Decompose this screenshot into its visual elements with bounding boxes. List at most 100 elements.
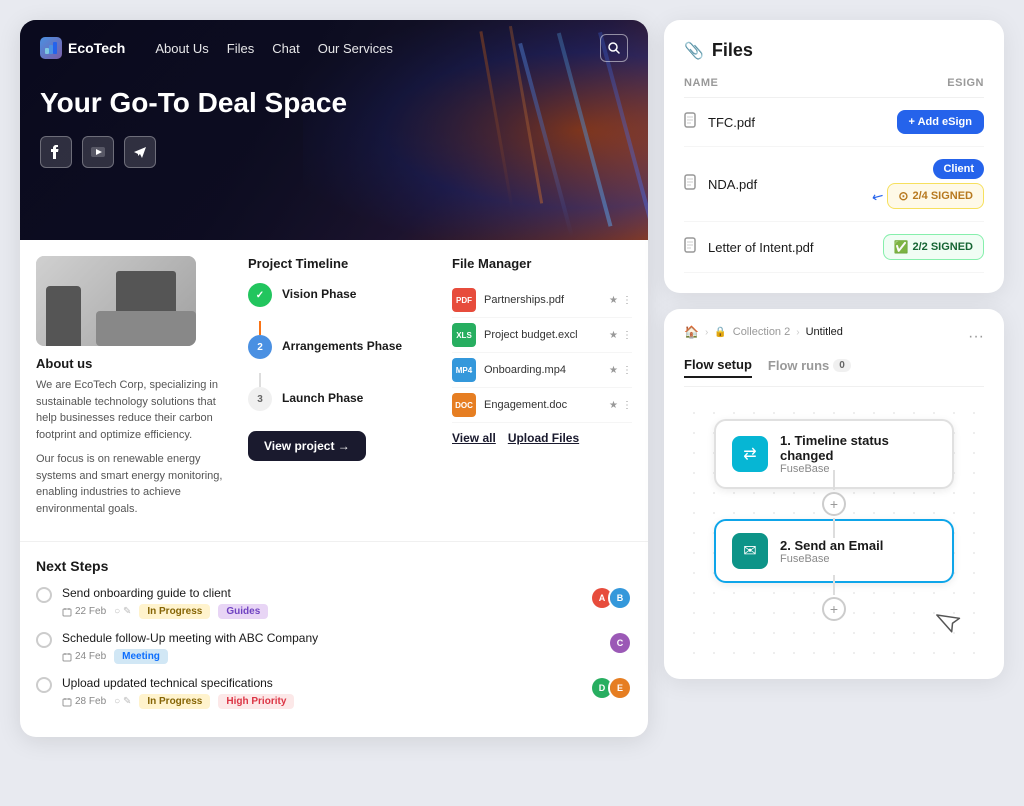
file-row-name-2: NDA.pdf	[708, 177, 757, 192]
project-timeline: Project Timeline ✓ Vision Phase 2 Arrang…	[236, 256, 452, 525]
task-tag-in-progress-3: In Progress	[139, 694, 210, 709]
timeline-connector-1	[259, 321, 261, 335]
breadcrumb-collection[interactable]: Collection 2	[733, 326, 790, 338]
task-checkbox-2[interactable]	[36, 632, 52, 648]
connector-line-2	[833, 575, 835, 595]
flow-node-sub-2: FuseBase	[780, 553, 936, 565]
check-icon-3: ✅	[894, 240, 909, 254]
timeline-item-3: 3 Launch Phase	[248, 387, 440, 411]
arrow-icon: ↙	[868, 186, 887, 207]
flow-connector-2: +	[822, 583, 846, 613]
signed-badge-2: ⊙ 2/4 SIGNED	[887, 183, 984, 209]
next-steps-title: Next Steps	[36, 558, 632, 574]
timeline-dot-3: 3	[248, 387, 272, 411]
breadcrumb-home[interactable]: 🏠	[684, 325, 699, 339]
upload-files-link[interactable]: Upload Files	[508, 431, 579, 445]
about-text-2: Our focus is on renewable energy systems…	[36, 451, 236, 517]
file-item-2: XLS Project budget.excl ★ ⋮	[452, 318, 632, 353]
task-item-3: Upload updated technical specifications …	[36, 676, 632, 709]
connector-inner-2: +	[822, 575, 846, 621]
timeline-item-1: ✓ Vision Phase	[248, 283, 440, 307]
files-card-title: Files	[712, 40, 753, 61]
task-tag-in-progress-1: In Progress	[139, 604, 210, 619]
timeline-item-2: 2 Arrangements Phase	[248, 335, 440, 359]
signed-container-2: ↙ ⊙ 2/4 SIGNED	[872, 183, 984, 209]
nav-about[interactable]: About Us	[155, 41, 208, 56]
file-menu-4[interactable]: ⋮	[622, 400, 632, 411]
file-star-4[interactable]: ★	[609, 400, 618, 411]
tab-flow-runs[interactable]: Flow runs 0	[768, 357, 851, 378]
flow-canvas: ⇄ 1. Timeline status changed FuseBase +	[684, 403, 984, 663]
file-star-2[interactable]: ★	[609, 330, 618, 341]
left-panel: EcoTech About Us Files Chat Our Services…	[20, 20, 648, 737]
flow-add-button-2[interactable]: +	[822, 597, 846, 621]
flow-connector-1: +	[822, 489, 846, 519]
timeline-dot-1: ✓	[248, 283, 272, 307]
avatar-group-1: A B	[590, 586, 632, 610]
file-name-4: Engagement.doc	[484, 399, 601, 411]
task-meta-3: 28 Feb ○ ✎ In Progress High Priority	[62, 694, 580, 709]
tab-flow-setup[interactable]: Flow setup	[684, 357, 752, 378]
task-meta-1: 22 Feb ○ ✎ In Progress Guides	[62, 604, 580, 619]
lock-icon: 🔒	[714, 327, 726, 338]
connector-inner: +	[822, 470, 846, 538]
xlsx-icon-2: XLS	[452, 323, 476, 347]
doc-icon-1	[684, 112, 698, 133]
file-menu-2[interactable]: ⋮	[622, 330, 632, 341]
pdf-icon-1: PDF	[452, 288, 476, 312]
view-project-button[interactable]: View project →	[248, 431, 366, 461]
search-button[interactable]	[600, 34, 628, 62]
content-section: About us We are EcoTech Corp, specializi…	[20, 240, 648, 542]
task-date-text-2: 24 Feb	[75, 651, 106, 662]
task-checkbox-1[interactable]	[36, 587, 52, 603]
task-checkbox-3[interactable]	[36, 677, 52, 693]
check-icon-2: ⊙	[898, 189, 908, 203]
paperclip-icon: 📎	[684, 41, 704, 61]
task-tag-high-priority-3: High Priority	[218, 694, 294, 709]
logo-icon	[40, 37, 62, 59]
file-row-name-3: Letter of Intent.pdf	[708, 240, 814, 255]
timeline-connector-2	[259, 373, 261, 387]
esign-area-2: Client ↙ ⊙ 2/4 SIGNED	[872, 159, 984, 209]
file-actions-1: ★ ⋮	[609, 295, 632, 306]
avatar-group-2: C	[608, 631, 632, 655]
timeline-label-3: Launch Phase	[282, 387, 363, 405]
file-menu-1[interactable]: ⋮	[622, 295, 632, 306]
files-table: NAME ESIGN TFC.	[684, 77, 984, 273]
file-star-1[interactable]: ★	[609, 295, 618, 306]
timeline-title: Project Timeline	[248, 256, 440, 271]
nav-chat[interactable]: Chat	[272, 41, 299, 56]
nav-services[interactable]: Our Services	[318, 41, 393, 56]
flow-node-info-2: 2. Send an Email FuseBase	[780, 538, 936, 565]
task-item-1: Send onboarding guide to client 22 Feb ○…	[36, 586, 632, 619]
view-all-link[interactable]: View all	[452, 431, 496, 445]
file-name-1: Partnerships.pdf	[484, 294, 601, 306]
avatar-2a: C	[608, 631, 632, 655]
about-image	[36, 256, 196, 346]
cursor-icon	[932, 605, 968, 646]
add-esign-button-1[interactable]: + Add eSign	[897, 110, 984, 134]
col-esign-label: ESIGN	[947, 77, 984, 89]
file-row-left-2: NDA.pdf	[684, 174, 757, 195]
logo: EcoTech	[40, 37, 125, 59]
nav-files[interactable]: Files	[227, 41, 254, 56]
flow-node-icon-1: ⇄	[732, 436, 768, 472]
telegram-button[interactable]	[124, 136, 156, 168]
client-badge: Client	[933, 159, 984, 179]
flow-breadcrumb: 🏠 › 🔒 Collection 2 › Untitled	[684, 325, 843, 339]
file-star-3[interactable]: ★	[609, 365, 618, 376]
about-text-1: We are EcoTech Corp, specializing in sus…	[36, 377, 236, 443]
flow-node-title-2: 2. Send an Email	[780, 538, 936, 553]
file-menu-3[interactable]: ⋮	[622, 365, 632, 376]
hero-social	[40, 136, 628, 168]
task-date-text-3: 28 Feb	[75, 696, 106, 707]
file-item-1: PDF Partnerships.pdf ★ ⋮	[452, 283, 632, 318]
youtube-button[interactable]	[82, 136, 114, 168]
flow-add-button-1[interactable]: +	[822, 492, 846, 516]
flow-more-button[interactable]: ···	[968, 328, 984, 346]
tab-flow-setup-label: Flow setup	[684, 357, 752, 372]
task-item-2: Schedule follow-Up meeting with ABC Comp…	[36, 631, 632, 664]
flow-runs-count: 0	[833, 359, 851, 372]
breadcrumb-current: Untitled	[806, 326, 843, 338]
facebook-button[interactable]	[40, 136, 72, 168]
